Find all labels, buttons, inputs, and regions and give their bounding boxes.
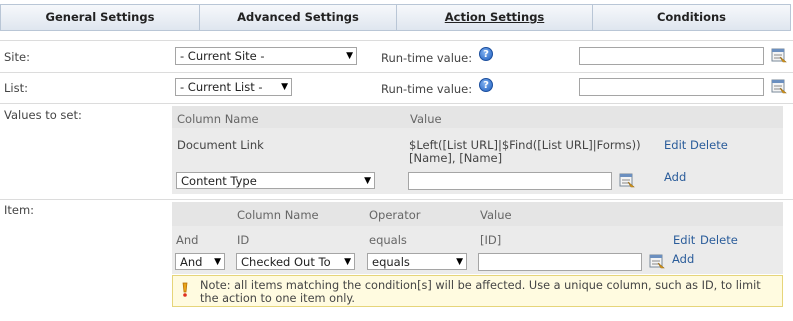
tab-action-settings[interactable]: Action Settings: [397, 4, 593, 31]
list-runtime-input[interactable]: [579, 78, 764, 96]
tab-conditions[interactable]: Conditions: [593, 4, 791, 31]
values-to-set-label: Values to set:: [4, 108, 82, 122]
add-link[interactable]: Add: [664, 170, 686, 184]
value-header: Value: [480, 208, 512, 222]
row-operator: equals: [369, 233, 407, 247]
condition-column-select[interactable]: Checked Out To ▼: [236, 253, 355, 270]
tab-general-settings[interactable]: General Settings: [0, 4, 200, 31]
column-select[interactable]: Content Type ▼: [176, 172, 375, 189]
chevron-down-icon: ▼: [214, 257, 221, 267]
list-select[interactable]: - Current List - ▼: [175, 78, 292, 96]
row-column-name: Document Link: [177, 138, 264, 152]
settings-tabs: General Settings Advanced Settings Actio…: [0, 0, 793, 32]
lookup-picker-icon[interactable]: [771, 48, 787, 63]
chevron-down-icon: ▼: [364, 176, 371, 186]
operator-select[interactable]: equals ▼: [367, 253, 467, 270]
tab-advanced-settings[interactable]: Advanced Settings: [200, 4, 397, 31]
row-value: [ID]: [480, 233, 502, 247]
condition-column-select-value: Checked Out To: [241, 255, 331, 269]
lookup-picker-icon[interactable]: [619, 173, 635, 188]
column-name-header: Column Name: [237, 208, 319, 222]
value-header: Value: [410, 112, 442, 126]
site-runtime-label: Run-time value:: [381, 51, 473, 65]
delete-link[interactable]: Delete: [700, 233, 738, 247]
divider: [0, 72, 793, 73]
tab-label: Conditions: [656, 10, 727, 24]
site-runtime-input[interactable]: [579, 47, 764, 65]
site-select-value: - Current Site -: [180, 49, 265, 63]
edit-link[interactable]: Edit: [664, 138, 686, 152]
list-label: List:: [4, 81, 28, 95]
row-value-line2: [Name], [Name]: [409, 151, 503, 165]
divider: [0, 199, 793, 200]
value-input[interactable]: [408, 172, 612, 190]
edit-link[interactable]: Edit: [673, 233, 695, 247]
add-link[interactable]: Add: [672, 252, 694, 266]
delete-link[interactable]: Delete: [690, 138, 728, 152]
divider: [0, 103, 793, 104]
help-icon[interactable]: ?: [479, 47, 493, 61]
operator-header: Operator: [369, 208, 421, 222]
chevron-down-icon: ▼: [346, 51, 353, 61]
row-logic: And: [176, 233, 199, 247]
lookup-picker-icon[interactable]: [649, 254, 665, 269]
row-value-line1: $Left([List URL]|$Find([List URL]|Forms)…: [409, 138, 641, 152]
site-select[interactable]: - Current Site - ▼: [175, 47, 357, 65]
logic-select[interactable]: And ▼: [175, 253, 225, 270]
column-select-value: Content Type: [181, 174, 257, 188]
tab-label: General Settings: [45, 10, 155, 24]
column-name-header: Column Name: [177, 112, 259, 126]
operator-select-value: equals: [372, 255, 410, 269]
divider: [0, 40, 793, 41]
list-runtime-label: Run-time value:: [381, 82, 473, 96]
chevron-down-icon: ▼: [342, 254, 351, 269]
lookup-picker-icon[interactable]: [771, 79, 787, 94]
condition-value-input[interactable]: [478, 253, 642, 271]
help-icon[interactable]: ?: [479, 78, 493, 92]
tab-label: Action Settings: [444, 10, 545, 24]
logic-select-value: And: [180, 255, 203, 269]
row-column-name: ID: [237, 233, 250, 247]
warning-icon: [182, 282, 188, 297]
values-to-set-header: [172, 106, 783, 128]
chevron-down-icon: ▼: [456, 257, 463, 267]
tab-label: Advanced Settings: [237, 10, 359, 24]
note-text-line1: Note: all items matching the condition[s…: [200, 279, 761, 292]
note-text-line2: the action to one item only.: [200, 292, 356, 305]
chevron-down-icon: ▼: [281, 82, 288, 92]
site-label: Site:: [4, 50, 30, 64]
item-label: Item:: [4, 203, 35, 217]
list-select-value: - Current List -: [180, 80, 263, 94]
